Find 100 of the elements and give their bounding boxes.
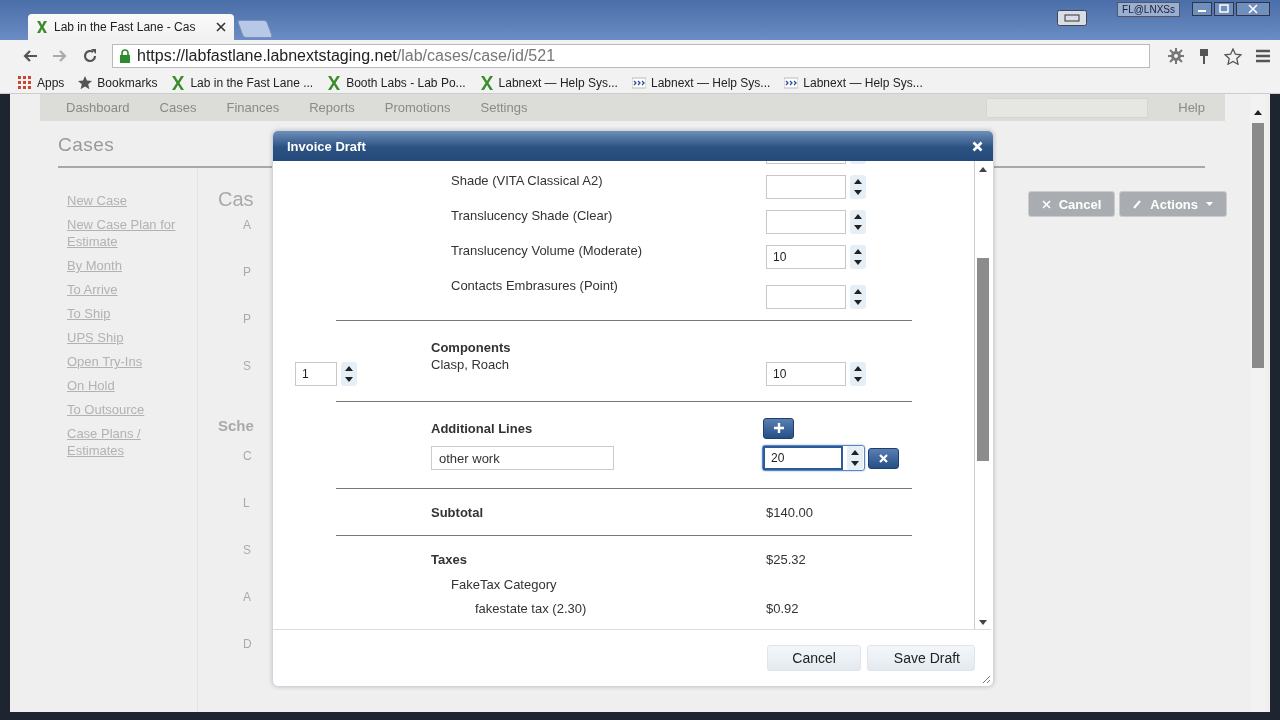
attribute-label: Translucency Volume (Moderate) [450,242,643,258]
maximize-icon[interactable] [1214,2,1234,16]
field-label: D [242,636,253,653]
spinner-icon[interactable] [850,362,866,386]
section-heading: Components [431,339,512,355]
sidebar-link[interactable]: Case Plans / Estimates [67,425,197,459]
tax-category-label: FakeTax Category [450,576,558,592]
close-icon [879,453,888,463]
nav-link[interactable]: Cases [159,100,197,115]
number-field[interactable]: 10 [766,244,846,269]
attribute-label: Translucency Shade (Clear) [450,207,614,223]
field-label: C [242,448,253,465]
scroll-thumb[interactable] [1251,123,1264,368]
sidebar-link[interactable]: UPS Ship [67,329,197,346]
sidebar-link[interactable]: To Arrive [67,281,197,298]
window-icon[interactable] [1057,10,1088,26]
nav-link[interactable]: Settings [480,100,528,115]
minimize-icon[interactable] [1192,2,1212,16]
bookmark-item[interactable]: Lab in the Fast Lane ... [171,75,314,90]
x-logo-icon [327,75,342,90]
browser-tab[interactable]: Lab in the Fast Lane - Cas [28,14,234,40]
spinner-icon[interactable] [341,362,357,386]
plus-icon [773,423,784,433]
section-title: Sche [218,417,255,434]
field-label: S [242,542,252,559]
pin-icon[interactable] [1198,48,1210,64]
field-label: P [242,311,252,328]
subtotal-amount: $140.00 [766,504,814,520]
sidebar-link[interactable]: On Hold [67,377,197,394]
bookmark-item[interactable]: Labnext — Help Sys... [784,75,923,90]
apps-grid-icon [18,75,32,90]
sidebar-link[interactable]: New Case Plan for Estimate [67,216,197,250]
star-icon[interactable] [1224,47,1242,65]
address-bar[interactable]: https://labfastlane.labnextstaging.net/lab/cases/case/id/521 [112,44,1150,68]
bookmark-item[interactable]: Bookmarks [78,75,158,90]
sidebar-link[interactable]: New Case [67,192,197,209]
section-title: Cas [218,188,255,211]
cancel-button[interactable]: Cancel [1027,191,1116,217]
scroll-down-icon [979,620,987,625]
quantity-field[interactable]: 1 [295,362,337,386]
attribute-label: Shade (VITA Classical A2) [450,172,604,188]
url-text: https://labfastlane.labnextstaging.net/lab/cases/case/id/521 [137,47,556,65]
field-label: A [242,589,252,606]
tax-rate-label: fakestate tax (2.30) [474,600,588,616]
field-label: S [242,358,252,375]
sidebar-link[interactable]: To Outsource [67,401,197,418]
menu-icon[interactable] [1256,49,1270,63]
amount-field[interactable]: 20 [762,445,865,471]
number-field[interactable] [766,285,846,309]
field-label: P [242,264,252,281]
bookmark-item[interactable]: Labnext — Help Sys... [631,75,771,90]
spinner-icon[interactable] [847,446,863,470]
price-field[interactable]: 10 [766,362,846,386]
taxes-label: Taxes [431,551,468,567]
attribute-label: Contacts Embrasures (Point) [450,277,619,293]
add-line-button[interactable] [763,417,794,439]
resize-grip-icon [981,674,991,684]
nav-link[interactable]: Finances [226,100,280,115]
lock-icon [119,49,131,63]
close-icon [1041,199,1051,209]
spinner-icon[interactable] [850,209,866,234]
chevrons-icon [784,75,799,90]
scroll-up-icon [979,167,987,172]
sidebar-link[interactable]: Open Try-Ins [67,353,197,370]
bookmark-item[interactable]: Labnext — Help Sys... [479,75,618,90]
user-badge[interactable]: FL@LNXSs [1117,2,1180,17]
spinner-icon[interactable] [850,244,866,269]
pencil-icon [1133,199,1143,209]
description-field[interactable]: other work [431,446,614,470]
scroll-thumb[interactable] [977,258,989,461]
bookmark-item[interactable]: Apps [18,75,65,90]
close-icon[interactable] [1236,2,1270,16]
page-title: Cases [58,134,115,156]
field-label: A [242,217,252,234]
remove-line-button[interactable] [868,447,899,469]
component-name: Clasp, Roach [431,357,511,372]
x-logo-icon [171,75,186,90]
sidebar-link[interactable]: To Ship [67,305,197,322]
close-icon[interactable] [216,22,226,32]
number-field[interactable] [766,209,846,234]
x-logo-icon [36,20,48,34]
save-draft-button[interactable]: Save Draft [866,645,975,671]
nav-link[interactable]: Reports [309,100,355,115]
spinner-icon[interactable] [850,174,866,199]
nav-link[interactable]: Dashboard [66,100,130,115]
gear-icon[interactable] [1168,48,1184,64]
actions-button[interactable]: Actions [1119,191,1227,217]
nav-link[interactable]: Promotions [384,100,451,115]
sidebar-link[interactable]: By Month [67,257,197,274]
subtotal-label: Subtotal [431,504,484,520]
dialog-title: Invoice Draft [287,138,366,154]
number-field[interactable] [766,174,846,199]
bookmark-item[interactable]: Booth Labs - Lab Po... [327,75,466,90]
back-icon[interactable] [22,49,38,63]
taxes-amount: $25.32 [766,551,807,567]
reload-icon[interactable] [82,48,98,64]
chevrons-icon [631,75,646,90]
spinner-icon[interactable] [850,285,866,309]
cancel-button[interactable]: Cancel [767,645,861,671]
help-link[interactable]: Help [1178,100,1205,115]
